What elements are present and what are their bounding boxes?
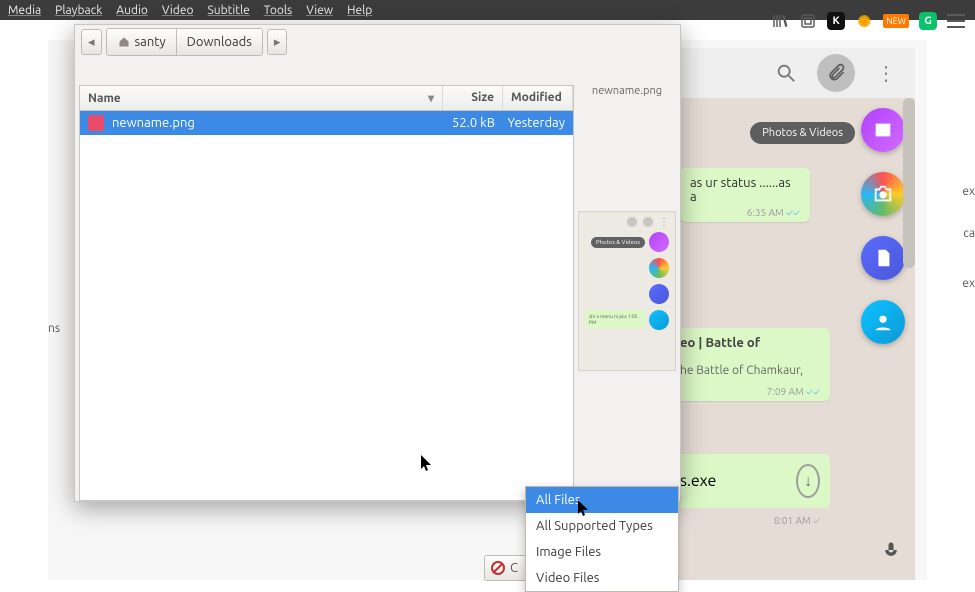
menu-dots-icon[interactable]: ⋮ — [875, 62, 897, 84]
preview-title: newname.png — [578, 85, 676, 97]
home-icon — [117, 36, 131, 48]
dropdown-item-all-supported[interactable]: All Supported Types — [526, 513, 678, 539]
file-modified-cell: Yesterday — [495, 116, 565, 130]
browser-menu-icon[interactable] — [947, 14, 965, 28]
thumb-photos-fab — [649, 232, 669, 252]
mouse-cursor-icon — [578, 500, 590, 518]
document-fab[interactable] — [861, 236, 905, 280]
path-home[interactable]: santy — [107, 29, 177, 55]
file-type-dropdown: All Files All Supported Types Image File… — [525, 486, 679, 592]
camera-fab[interactable] — [861, 172, 905, 216]
dropdown-item-all-files[interactable]: All Files — [526, 487, 678, 513]
col-size[interactable]: Size — [443, 86, 503, 110]
thumb-camera-fab — [649, 258, 669, 278]
preview-thumbnail: ⋮ Photos & Videos shi a menu ni pta 1:05… — [578, 211, 676, 371]
sunflower-icon[interactable]: ✺ — [855, 12, 873, 30]
read-ticks-icon: ✓✓ — [786, 207, 800, 218]
file-list: Name▾ Size Modified newname.png 52.0 kB … — [79, 85, 574, 501]
message-time: 6:35 AM ✓✓ — [747, 207, 800, 218]
thumb-document-fab — [649, 284, 669, 304]
path-forward-button[interactable]: ▸ — [267, 29, 288, 55]
menu-view[interactable]: View — [306, 4, 333, 17]
file-name: s.exe — [680, 472, 716, 490]
file-name-cell: newname.png — [112, 116, 435, 130]
file-bubble[interactable]: s.exe ↓ 8:01 AM ✓ — [670, 454, 830, 508]
thumb-pill: Photos & Videos — [591, 237, 645, 248]
library-icon[interactable] — [771, 12, 789, 30]
sort-indicator-icon: ▾ — [428, 91, 434, 105]
browser-toolbar: K ✺ NEW G — [771, 10, 965, 32]
menu-playback[interactable]: Playback — [55, 4, 102, 17]
file-open-dialog: ◂ santy Downloads ▸ Name▾ Size Modified … — [74, 24, 681, 502]
path-bar: ◂ santy Downloads ▸ — [75, 25, 680, 59]
message-text: as ur status ......as a — [690, 176, 791, 204]
thumb-dots-icon: ⋮ — [659, 216, 669, 228]
message-body: he Battle of Chamkaur, — [680, 364, 820, 377]
mic-icon[interactable] — [881, 540, 901, 560]
extension-k-icon[interactable]: K — [827, 12, 845, 30]
preview-pane: newname.png ⋮ Photos & Videos shi a menu… — [578, 85, 676, 371]
file-row[interactable]: newname.png 52.0 kB Yesterday — [80, 111, 573, 135]
message-time: 7:09 AM ✓✓ — [767, 386, 820, 397]
menu-subtitle[interactable]: Subtitle — [207, 4, 249, 17]
menu-help[interactable]: Help — [347, 4, 372, 17]
right-trunc-3: ex — [962, 268, 975, 300]
right-trunc-1: ex — [962, 176, 975, 208]
file-size-cell: 52.0 kB — [435, 116, 495, 130]
mouse-cursor-icon — [421, 455, 433, 473]
col-name[interactable]: Name▾ — [80, 86, 443, 110]
path-back-button[interactable]: ◂ — [81, 29, 102, 55]
photos-pill: Photos & Videos — [750, 122, 855, 144]
col-modified[interactable]: Modified — [503, 86, 573, 110]
chat-scrollbar[interactable] — [903, 98, 915, 268]
sidebar-trunc-text: ns — [48, 40, 76, 580]
new-badge-icon[interactable]: NEW — [883, 14, 909, 28]
thumb-contact-fab — [649, 310, 669, 330]
read-ticks-icon: ✓✓ — [806, 386, 820, 397]
photos-fab[interactable] — [861, 108, 905, 152]
thumb-attach-icon — [643, 217, 653, 227]
download-icon[interactable]: ↓ — [796, 464, 820, 498]
attach-fab-column — [861, 108, 905, 344]
path-downloads[interactable]: Downloads — [177, 29, 262, 55]
attach-icon[interactable] — [817, 54, 855, 92]
menu-audio[interactable]: Audio — [116, 4, 148, 17]
cancel-icon — [491, 561, 505, 575]
right-trunc-2: ca — [963, 218, 975, 250]
path-segments: santy Downloads — [106, 28, 263, 56]
dropdown-item-video[interactable]: Video Files — [526, 565, 678, 591]
list-header: Name▾ Size Modified — [80, 86, 573, 111]
message-title: eo | Battle of — [680, 336, 820, 350]
message-bubble: eo | Battle of he Battle of Chamkaur, 7:… — [670, 328, 830, 401]
menu-tools[interactable]: Tools — [264, 4, 293, 17]
contact-fab[interactable] — [861, 300, 905, 344]
reader-icon[interactable] — [799, 12, 817, 30]
grammarly-icon[interactable]: G — [919, 12, 937, 30]
menu-video[interactable]: Video — [162, 4, 194, 17]
image-file-icon — [88, 115, 104, 131]
message-bubble: as ur status ......as a 6:35 AM ✓✓ — [680, 168, 810, 222]
thumb-bubble: shi a menu ni pta 1:05 PM — [585, 310, 645, 328]
search-icon[interactable] — [775, 62, 797, 84]
dropdown-item-image[interactable]: Image Files — [526, 539, 678, 565]
menu-media[interactable]: Media — [8, 4, 41, 17]
sent-tick-icon: ✓ — [813, 515, 820, 526]
message-time: 8:01 AM ✓ — [774, 515, 820, 526]
thumb-search-icon — [627, 217, 637, 227]
